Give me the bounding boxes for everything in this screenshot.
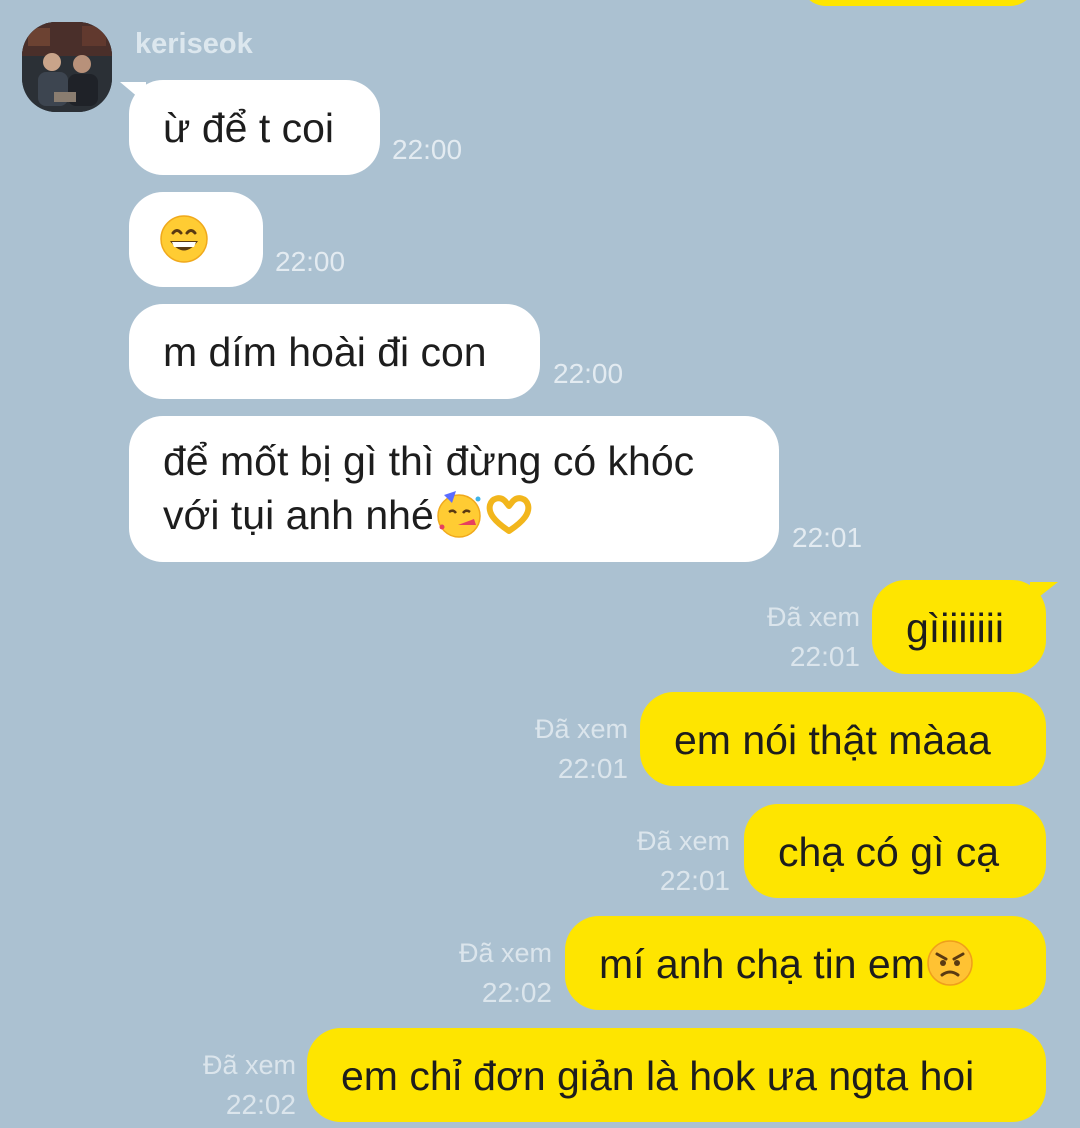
message-text: gìiiiiiii bbox=[906, 605, 1004, 651]
message-text: mí anh chạ tin em bbox=[599, 941, 925, 987]
message-text: ừ để t coi bbox=[163, 105, 335, 151]
message-time: 22:01 bbox=[659, 865, 730, 896]
grinning-face-icon bbox=[160, 215, 208, 263]
outgoing-message[interactable]: mí anh chạ tin em bbox=[565, 916, 1046, 1010]
seen-status: Đã xem bbox=[636, 826, 730, 856]
previous-message-bubble bbox=[800, 0, 1036, 6]
partying-face-icon bbox=[437, 491, 481, 538]
message-text: chạ có gì cạ bbox=[778, 829, 1000, 875]
seen-status: Đã xem bbox=[766, 602, 860, 632]
seen-status: Đã xem bbox=[534, 714, 628, 744]
message-text: với tụi anh nhé bbox=[163, 492, 434, 538]
incoming-message[interactable]: ừ để t coi bbox=[129, 80, 380, 175]
message-time: 22:00 bbox=[275, 246, 346, 277]
message-time: 22:02 bbox=[225, 1089, 296, 1120]
message-time: 22:02 bbox=[481, 977, 552, 1008]
message-time: 22:01 bbox=[789, 641, 860, 672]
sender-avatar[interactable] bbox=[22, 22, 112, 112]
outgoing-message[interactable]: em nói thật màaa bbox=[640, 692, 1046, 786]
message-meta: Đã xem 22:01 bbox=[740, 598, 860, 676]
message-time: 22:00 bbox=[392, 134, 463, 165]
seen-status: Đã xem bbox=[202, 1050, 296, 1080]
outgoing-message[interactable]: em chỉ đơn giản là hok ưa ngta hoi bbox=[307, 1028, 1046, 1122]
angry-face-icon bbox=[927, 940, 973, 986]
message-text: m dím hoài đi con bbox=[163, 329, 487, 375]
heart-hands-icon bbox=[486, 495, 532, 534]
incoming-message[interactable] bbox=[129, 192, 263, 287]
seen-status: Đã xem bbox=[458, 938, 552, 968]
sender-name: keriseok bbox=[135, 28, 253, 60]
message-time: 22:00 bbox=[553, 358, 624, 389]
message-text: em chỉ đơn giản là hok ưa ngta hoi bbox=[341, 1053, 975, 1099]
avatar-photo bbox=[22, 22, 112, 112]
message-meta: Đã xem 22:02 bbox=[432, 934, 552, 1012]
message-time: 22:01 bbox=[557, 753, 628, 784]
message-meta: Đã xem 22:01 bbox=[610, 822, 730, 900]
outgoing-message[interactable]: chạ có gì cạ bbox=[744, 804, 1046, 898]
incoming-message[interactable]: để mốt bị gì thì đừng có khóc với tụi an… bbox=[129, 416, 779, 562]
message-text-line: với tụi anh nhé bbox=[163, 488, 745, 542]
outgoing-message[interactable]: gìiiiiiii bbox=[872, 580, 1046, 674]
message-meta: Đã xem 22:01 bbox=[508, 710, 628, 788]
message-meta: Đã xem 22:02 bbox=[176, 1046, 296, 1124]
incoming-message[interactable]: m dím hoài đi con bbox=[129, 304, 540, 399]
message-time: 22:01 bbox=[792, 522, 863, 553]
message-text-line: để mốt bị gì thì đừng có khóc bbox=[163, 438, 695, 484]
message-text: em nói thật màaa bbox=[674, 717, 991, 763]
